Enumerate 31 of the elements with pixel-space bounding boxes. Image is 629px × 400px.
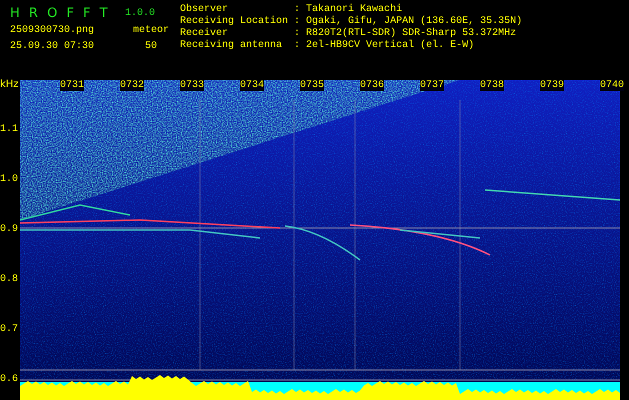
time-label: 0732 [120,80,144,91]
time-label: 0731 [60,80,84,91]
axis-label: 1.0 [0,174,18,185]
info-label: Receiver [180,28,230,40]
axis-label: 0.6 [0,374,18,385]
app-title: H R O F F T [10,6,108,20]
timestamp: 25.09.30 07:30 [10,40,96,52]
time-label: 0737 [420,80,444,91]
info-value: : Ogaki, Gifu, JAPAN (136.60E, 35.35N) [293,16,522,28]
counter-label: meteor [132,24,169,36]
time-label: 0734 [240,80,264,91]
info-label: Receiving antenna [180,40,284,52]
info-label: Receiving Location [180,16,288,28]
info-value: : R820T2(RTL-SDR) SDR-Sharp 53.372MHz [293,28,518,40]
axis-unit: kHz [0,79,19,90]
file-name: 2509300730.png [10,24,96,36]
time-label: 0733 [180,80,204,91]
app-version: 1.0.0 [125,8,156,18]
time-label: 0740 [600,80,624,91]
time-label: 0738 [480,80,504,91]
axis-label: 1.1 [0,124,18,135]
time-label: 0736 [360,80,384,91]
info-value: : 2el-HB9CV Vertical (el. E-W) [293,40,476,52]
info-value: : Takanori Kawachi [293,4,404,16]
axis-label: 0.9 [0,224,18,235]
counter-value: 50 [144,40,157,52]
info-label: Observer [180,4,230,16]
time-label: 0739 [540,80,564,91]
time-label: 0735 [300,80,324,91]
axis-label: 0.7 [0,324,18,335]
axis-label: 0.8 [0,274,18,285]
